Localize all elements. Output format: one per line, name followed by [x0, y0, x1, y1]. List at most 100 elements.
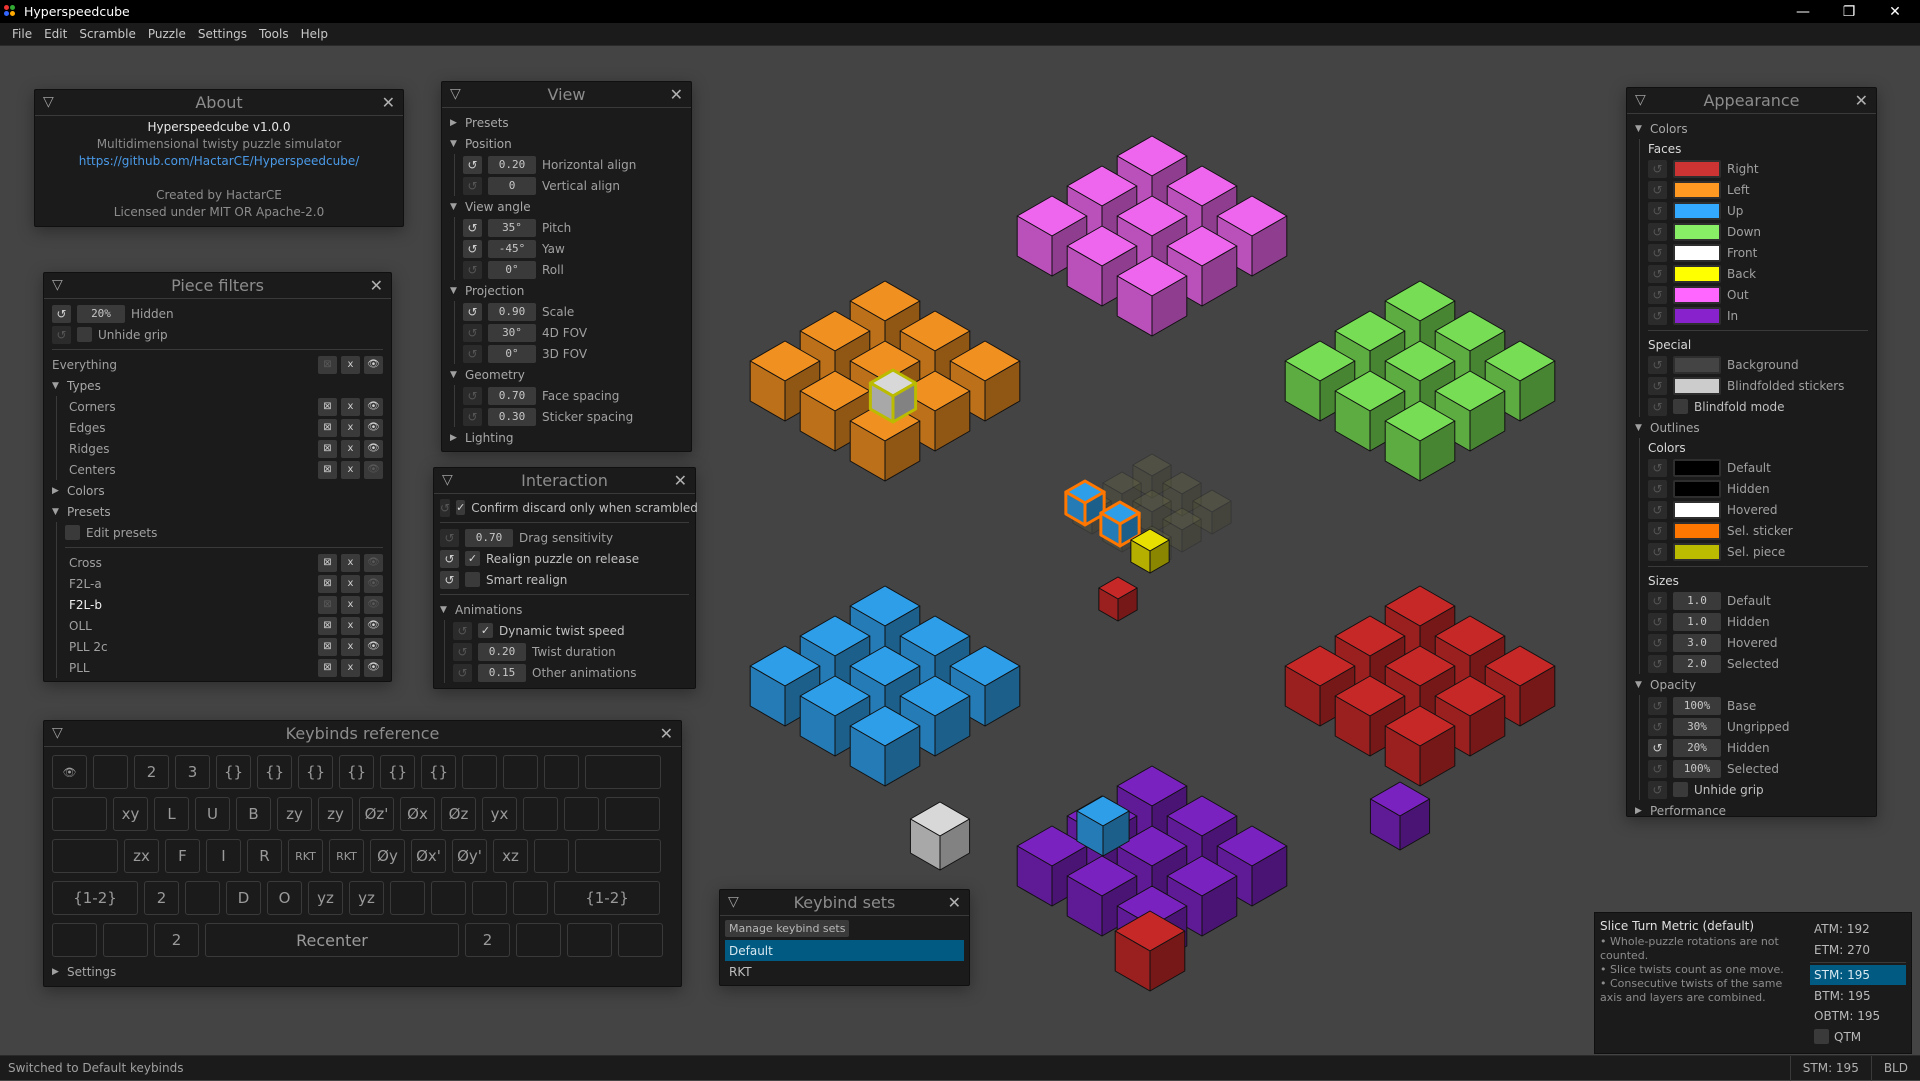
key[interactable]: F	[165, 839, 200, 873]
horizontal-align-input[interactable]: 0.20	[488, 155, 536, 174]
color-swatch[interactable]	[1673, 479, 1721, 498]
key[interactable]: yx	[482, 797, 517, 831]
value-input[interactable]: 3.0	[1673, 633, 1721, 652]
preset-row[interactable]: F2L-a ⊠ x 👁	[69, 573, 383, 594]
eye-icon[interactable]: 👁	[364, 553, 383, 572]
key-lwin[interactable]	[103, 923, 148, 957]
key[interactable]: D	[226, 881, 261, 915]
key[interactable]	[523, 797, 558, 831]
metric-obtm[interactable]: OBTM: 195	[1810, 1006, 1906, 1027]
key[interactable]: {}	[380, 755, 415, 789]
key[interactable]: U	[195, 797, 230, 831]
key[interactable]: I	[206, 839, 241, 873]
key[interactable]: {}	[339, 755, 374, 789]
menu-file[interactable]: File	[6, 27, 38, 41]
value-input[interactable]: 100%	[1673, 759, 1721, 778]
drag-sensitivity-input[interactable]: 0.70	[465, 528, 513, 547]
types-section[interactable]: ▼ Types	[52, 375, 383, 396]
presets-section[interactable]: ▼ Presets	[52, 501, 383, 522]
colors-section[interactable]: ▶ Colors	[52, 480, 383, 501]
preset-row[interactable]: OLL ⊠ x 👁	[69, 615, 383, 636]
yaw-input[interactable]: -45°	[488, 239, 536, 258]
color-swatch[interactable]	[1673, 285, 1721, 304]
reset-icon[interactable]: ↺	[463, 344, 482, 363]
reset-icon[interactable]: ↺	[1648, 285, 1667, 304]
menu-tools[interactable]: Tools	[253, 27, 295, 41]
eye-icon[interactable]: 👁	[364, 397, 383, 416]
outlines-section[interactable]: ▼ Outlines	[1635, 417, 1868, 438]
hide-others-icon[interactable]: ⊠	[318, 355, 337, 374]
hide-others-icon[interactable]: ⊠	[318, 574, 337, 593]
colors-section[interactable]: ▼ Colors	[1635, 118, 1868, 139]
metric-atm[interactable]: ATM: 192	[1810, 919, 1906, 940]
key[interactable]: {}	[421, 755, 456, 789]
reset-icon[interactable]: ↺	[1648, 696, 1667, 715]
reset-icon[interactable]: ↺	[463, 386, 482, 405]
reset-icon[interactable]: ↺	[1648, 222, 1667, 241]
close-icon[interactable]: ✕	[370, 276, 383, 295]
reset-icon[interactable]: ↺	[463, 407, 482, 426]
collapse-icon[interactable]: ▽	[728, 894, 739, 910]
menu-edit[interactable]: Edit	[38, 27, 73, 41]
right-face-piece[interactable]	[1098, 576, 1138, 622]
key[interactable]	[564, 797, 599, 831]
key-menu[interactable]	[567, 923, 612, 957]
reset-icon[interactable]: ↺	[52, 304, 71, 323]
reset-icon[interactable]: ↺	[440, 549, 459, 568]
move-count-metric[interactable]: STM: 195	[1789, 1055, 1871, 1081]
key-lctrl[interactable]	[52, 923, 97, 957]
key[interactable]: {}	[298, 755, 333, 789]
preset-row[interactable]: Cross ⊠ x 👁	[69, 552, 383, 573]
reset-icon[interactable]: ↺	[453, 621, 472, 640]
reset-icon[interactable]: ↺	[1648, 542, 1667, 561]
key[interactable]: yz	[349, 881, 384, 915]
key[interactable]	[185, 881, 220, 915]
hide-others-icon[interactable]: ⊠	[318, 658, 337, 677]
edit-presets-checkbox[interactable]	[65, 525, 80, 540]
sticker-spacing-input[interactable]: 0.30	[488, 407, 536, 426]
position-section[interactable]: ▼ Position	[450, 133, 683, 154]
reset-icon[interactable]: ↺	[1648, 397, 1667, 416]
reset-icon[interactable]: ↺	[1648, 306, 1667, 325]
color-swatch[interactable]	[1673, 222, 1721, 241]
key-enter[interactable]	[575, 839, 661, 873]
collapse-icon[interactable]: ▽	[1635, 92, 1646, 108]
color-swatch[interactable]	[1673, 306, 1721, 325]
other-animations-input[interactable]: 0.15	[478, 663, 526, 682]
key-backslash[interactable]	[605, 797, 660, 831]
key-rwin[interactable]	[516, 923, 561, 957]
manage-keybind-sets-button[interactable]: Manage keybind sets	[725, 920, 850, 937]
hide-icon[interactable]: x	[341, 355, 360, 374]
realign-checkbox[interactable]: ✓	[465, 551, 480, 566]
reset-icon[interactable]: ↺	[463, 218, 482, 237]
key[interactable]	[431, 881, 466, 915]
reset-icon[interactable]: ↺	[463, 239, 482, 258]
reset-icon[interactable]: ↺	[463, 155, 482, 174]
metric-etm[interactable]: ETM: 270	[1810, 940, 1906, 961]
reset-icon[interactable]: ↺	[1648, 717, 1667, 736]
eye-icon[interactable]: 👁	[364, 658, 383, 677]
qtm-checkbox[interactable]	[1814, 1029, 1829, 1045]
eye-icon[interactable]: 👁	[364, 574, 383, 593]
menu-settings[interactable]: Settings	[192, 27, 253, 41]
reset-icon[interactable]: ↺	[1648, 355, 1667, 374]
selected-sticker[interactable]	[1064, 479, 1106, 527]
blindfold-checkbox[interactable]	[1673, 399, 1688, 414]
reset-icon[interactable]: ↺	[1648, 612, 1667, 631]
key[interactable]: Øy	[370, 839, 405, 873]
reset-icon[interactable]: ↺	[440, 570, 459, 589]
key[interactable]	[472, 881, 507, 915]
confirm-discard-checkbox[interactable]: ✓	[456, 500, 466, 515]
reset-icon[interactable]: ↺	[1648, 159, 1667, 178]
key[interactable]: Øz	[441, 797, 476, 831]
in-face-piece[interactable]	[1369, 781, 1431, 851]
key[interactable]: yz	[308, 881, 343, 915]
blindfold-indicator[interactable]: BLD	[1870, 1055, 1920, 1081]
reset-icon[interactable]: ↺	[1648, 458, 1667, 477]
reset-icon[interactable]: ↺	[440, 498, 451, 517]
key[interactable]: 2	[144, 881, 179, 915]
collapse-icon[interactable]: ▽	[52, 277, 63, 293]
hide-icon[interactable]: x	[341, 418, 360, 437]
reset-icon[interactable]: ↺	[463, 260, 482, 279]
presets-section[interactable]: ▶ Presets	[450, 112, 683, 133]
